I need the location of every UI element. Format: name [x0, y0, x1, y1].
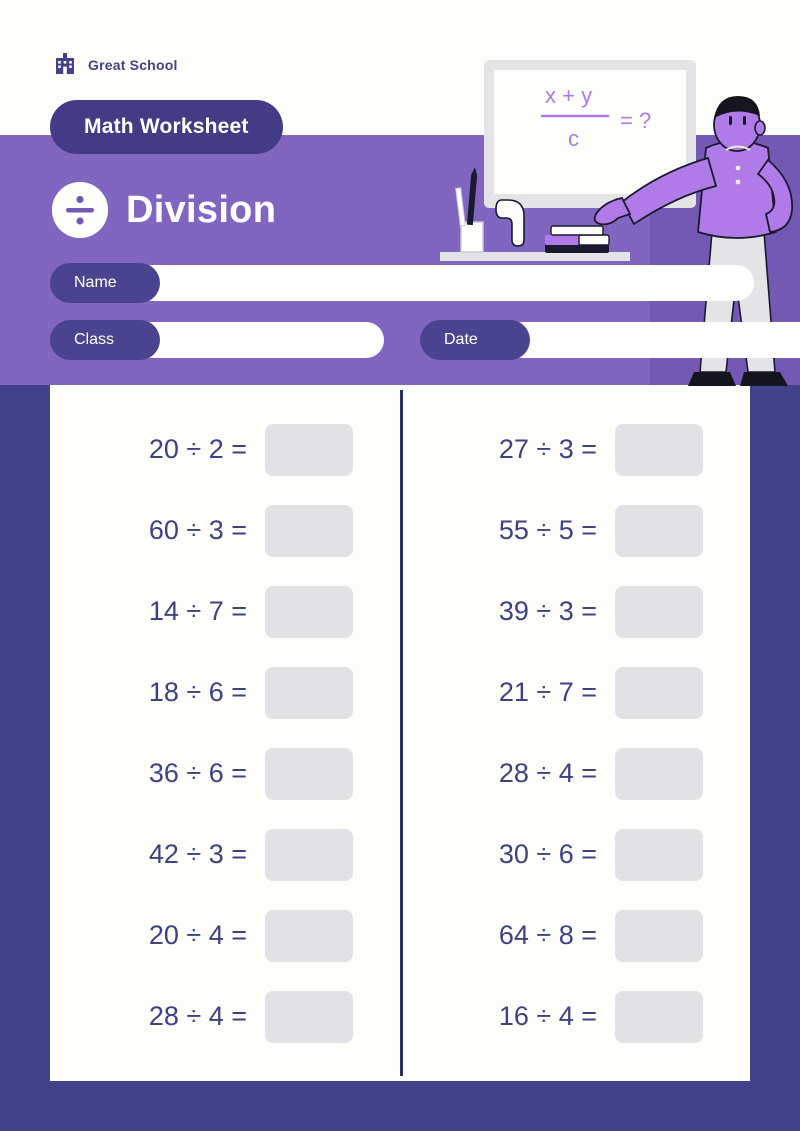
problem-row: 18 ÷ 6 = [50, 652, 400, 733]
page-title: Division [126, 188, 277, 231]
problem-row: 28 ÷ 4 = [50, 976, 400, 1057]
date-input[interactable] [504, 322, 800, 358]
problem-expression: 60 ÷ 3 = [148, 515, 247, 545]
problem-row: 55 ÷ 5 = [400, 490, 750, 571]
column-divider [400, 390, 403, 1076]
answer-box[interactable] [265, 909, 353, 962]
date-field[interactable]: Date [420, 320, 800, 360]
school-logo: Great School [52, 52, 178, 78]
answer-box[interactable] [265, 585, 353, 638]
problem-expression: 14 ÷ 7 = [148, 596, 247, 626]
name-field-label: Name [50, 263, 160, 303]
problem-row: 42 ÷ 3 = [50, 814, 400, 895]
problem-row: 27 ÷ 3 = [400, 409, 750, 490]
problem-expression: 20 ÷ 2 = [148, 434, 247, 464]
problem-expression: 39 ÷ 3 = [498, 596, 597, 626]
problem-row: 20 ÷ 2 = [50, 409, 400, 490]
school-name-label: Great School [88, 57, 178, 73]
problem-expression: 21 ÷ 7 = [498, 677, 597, 707]
problem-row: 21 ÷ 7 = [400, 652, 750, 733]
problem-row: 16 ÷ 4 = [400, 976, 750, 1057]
problem-expression: 42 ÷ 3 = [148, 839, 247, 869]
problem-expression: 55 ÷ 5 = [498, 515, 597, 545]
answer-box[interactable] [615, 423, 703, 476]
problem-expression: 36 ÷ 6 = [148, 758, 247, 788]
problems-area: 20 ÷ 2 = 60 ÷ 3 = 14 ÷ 7 = 18 ÷ 6 = 36 ÷ 6 =… [50, 385, 750, 1081]
problem-row: 39 ÷ 3 = [400, 571, 750, 652]
class-field[interactable]: Class [50, 320, 384, 360]
class-input[interactable] [134, 322, 384, 358]
problem-row: 28 ÷ 4 = [400, 733, 750, 814]
problem-expression: 28 ÷ 4 = [148, 1001, 247, 1031]
problem-expression: 28 ÷ 4 = [498, 758, 597, 788]
class-field-label: Class [50, 320, 160, 360]
problem-expression: 30 ÷ 6 = [498, 839, 597, 869]
problem-row: 36 ÷ 6 = [50, 733, 400, 814]
problem-expression: 16 ÷ 4 = [498, 1001, 597, 1031]
answer-box[interactable] [265, 828, 353, 881]
problem-row: 30 ÷ 6 = [400, 814, 750, 895]
answer-box[interactable] [615, 747, 703, 800]
answer-box[interactable] [265, 747, 353, 800]
answer-box[interactable] [615, 585, 703, 638]
problems-left-column: 20 ÷ 2 = 60 ÷ 3 = 14 ÷ 7 = 18 ÷ 6 = 36 ÷ 6 =… [50, 385, 400, 1081]
problem-row: 60 ÷ 3 = [50, 490, 400, 571]
date-field-label: Date [420, 320, 530, 360]
worksheet-page: Great School x + y c = ? Math Worksheet … [0, 0, 800, 1131]
answer-box[interactable] [265, 504, 353, 557]
answer-box[interactable] [615, 504, 703, 557]
problem-row: 14 ÷ 7 = [50, 571, 400, 652]
name-input[interactable] [134, 265, 754, 301]
worksheet-title-row: Division [52, 182, 276, 238]
name-field[interactable]: Name [50, 263, 754, 303]
problem-expression: 64 ÷ 8 = [498, 920, 597, 950]
answer-box[interactable] [265, 423, 353, 476]
answer-box[interactable] [615, 990, 703, 1043]
answer-box[interactable] [615, 828, 703, 881]
problem-expression: 20 ÷ 4 = [148, 920, 247, 950]
math-worksheet-badge: Math Worksheet [50, 100, 283, 154]
answer-box[interactable] [615, 909, 703, 962]
school-building-icon [52, 52, 78, 78]
division-sign-icon [52, 182, 108, 238]
answer-box[interactable] [615, 666, 703, 719]
problem-row: 64 ÷ 8 = [400, 895, 750, 976]
answer-box[interactable] [265, 990, 353, 1043]
problems-right-column: 27 ÷ 3 = 55 ÷ 5 = 39 ÷ 3 = 21 ÷ 7 = 28 ÷ 4 =… [400, 385, 750, 1081]
problem-expression: 27 ÷ 3 = [498, 434, 597, 464]
answer-box[interactable] [265, 666, 353, 719]
problem-row: 20 ÷ 4 = [50, 895, 400, 976]
problem-expression: 18 ÷ 6 = [148, 677, 247, 707]
